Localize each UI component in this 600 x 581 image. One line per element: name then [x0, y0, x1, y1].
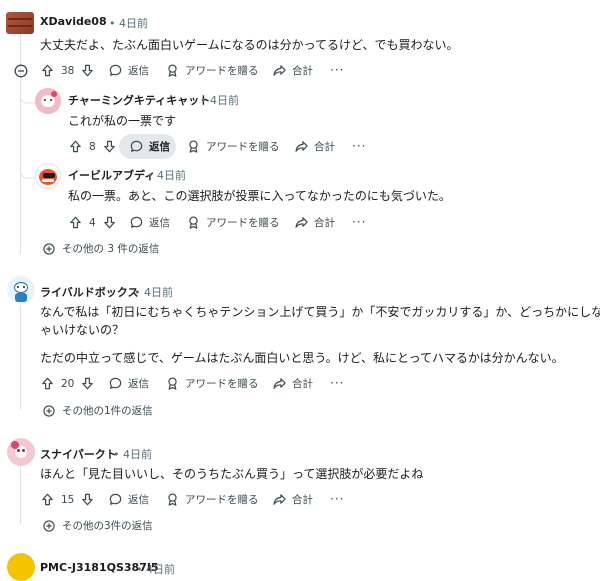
avatar[interactable] — [7, 553, 35, 581]
upvote-icon[interactable] — [40, 492, 55, 507]
vote-count: 15 — [61, 493, 75, 506]
reply-icon — [108, 63, 123, 78]
reply-icon — [129, 139, 144, 154]
comment-timestamp: • 4日前 — [113, 448, 152, 461]
comment-username[interactable]: チャーミングキティキャット — [68, 92, 210, 108]
more-options-button[interactable]: ··· — [330, 63, 344, 77]
award-icon — [186, 139, 201, 154]
reply-button[interactable]: 返信 — [129, 215, 170, 230]
vote-count: 4 — [89, 216, 96, 229]
upvote-icon[interactable] — [68, 139, 83, 154]
comment-username[interactable]: ライバルドボックス — [40, 284, 138, 300]
thread-line — [20, 466, 21, 524]
downvote-icon[interactable] — [80, 376, 95, 391]
reply-icon — [108, 492, 123, 507]
award-icon — [165, 492, 180, 507]
reply-button[interactable]: 返信 — [108, 63, 149, 78]
comment-body: ほんと「見た目いいし、そのうちたぶん買う」って選択肢が必要だよね — [40, 467, 424, 481]
thread-line — [20, 305, 21, 410]
downvote-icon[interactable] — [102, 139, 117, 154]
award-button[interactable]: アワードを贈る — [165, 376, 259, 391]
share-button[interactable]: 合計 — [272, 63, 313, 78]
comment-timestamp: • 4日前 — [109, 17, 148, 30]
reply-icon — [129, 215, 144, 230]
share-icon — [272, 376, 287, 391]
vote-count: 38 — [61, 64, 75, 77]
upvote-icon[interactable] — [40, 376, 55, 391]
comment-username[interactable]: イービルアブディ — [68, 167, 155, 183]
vote-controls: 4 — [68, 215, 117, 230]
comment-timestamp: • 4日前 — [147, 169, 186, 182]
expand-plus-icon — [42, 242, 56, 256]
comment-body: 私の一票。あと、この選択肢が投票に入ってなかったのにも気づいた。 — [68, 189, 451, 203]
expand-plus-icon — [42, 519, 56, 533]
thread-branch — [20, 90, 36, 104]
comment-body: ゃいけないの？ — [40, 323, 125, 337]
downvote-icon[interactable] — [102, 215, 117, 230]
award-button[interactable]: アワードを贈る — [186, 139, 280, 154]
avatar[interactable] — [6, 12, 34, 34]
more-options-button[interactable]: ··· — [352, 139, 366, 153]
share-icon — [294, 139, 309, 154]
comment-body: 大丈夫だよ、たぶん面白いゲームになるのは分かってるけど、でも買わない。 — [40, 38, 459, 52]
avatar[interactable] — [35, 88, 61, 114]
upvote-icon[interactable] — [68, 215, 83, 230]
comment-body: これが私の一票です — [68, 114, 177, 128]
vote-count: 20 — [61, 377, 75, 390]
reply-icon — [108, 376, 123, 391]
share-icon — [272, 492, 287, 507]
share-icon — [272, 63, 287, 78]
upvote-icon[interactable] — [40, 63, 55, 78]
comment-username[interactable]: XDavide08 — [40, 15, 107, 28]
collapse-thread-icon[interactable] — [13, 63, 29, 82]
share-button[interactable]: 合計 — [272, 492, 313, 507]
more-options-button[interactable]: ··· — [330, 492, 344, 506]
share-icon — [294, 215, 309, 230]
share-button[interactable]: 合計 — [272, 376, 313, 391]
vote-controls: 20 — [40, 376, 95, 391]
reply-button[interactable]: 返信 — [108, 376, 149, 391]
award-button[interactable]: アワードを贈る — [165, 63, 259, 78]
comment-timestamp: • 4日前 — [136, 563, 175, 576]
avatar[interactable] — [7, 276, 35, 304]
comment-timestamp: • 4日前 — [134, 286, 173, 299]
more-replies-link[interactable]: その他の3件の返信 — [42, 518, 153, 533]
more-options-button[interactable]: ··· — [330, 376, 344, 390]
more-replies-link[interactable]: その他の 3 件の返信 — [42, 241, 159, 256]
comment-username[interactable]: スナイパークト — [40, 446, 117, 462]
expand-plus-icon — [42, 404, 56, 418]
comment-body: ただの中立って感じで、ゲームはたぶん面白いと思う。けど、私にとってハマるかは分か… — [40, 351, 564, 365]
award-icon — [165, 63, 180, 78]
vote-count: 8 — [89, 140, 96, 153]
award-button[interactable]: アワードを贈る — [186, 215, 280, 230]
comment-timestamp: • 4日前 — [200, 94, 239, 107]
award-button[interactable]: アワードを贈る — [165, 492, 259, 507]
vote-controls: 38 — [40, 63, 95, 78]
share-button[interactable]: 合計 — [294, 139, 335, 154]
award-icon — [165, 376, 180, 391]
avatar[interactable] — [7, 438, 35, 466]
downvote-icon[interactable] — [80, 63, 95, 78]
award-icon — [186, 215, 201, 230]
more-replies-link[interactable]: その他の1件の返信 — [42, 403, 153, 418]
share-button[interactable]: 合計 — [294, 215, 335, 230]
vote-controls: 15 — [40, 492, 95, 507]
reply-button[interactable]: 返信 — [108, 492, 149, 507]
avatar[interactable] — [35, 163, 61, 189]
more-options-button[interactable]: ··· — [352, 215, 366, 229]
vote-controls: 8 — [68, 139, 117, 154]
reply-button[interactable]: 返信 — [129, 139, 170, 154]
downvote-icon[interactable] — [80, 492, 95, 507]
thread-branch — [20, 165, 36, 179]
